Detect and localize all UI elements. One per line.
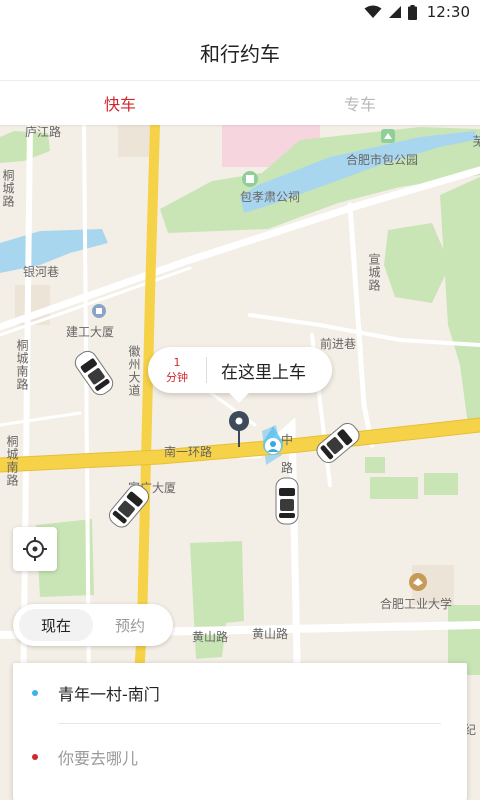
ride-time-toggle: 现在 预约: [13, 604, 173, 646]
eta-value: 1: [173, 356, 181, 369]
toggle-now[interactable]: 现在: [19, 609, 93, 641]
pickup-address: 青年一村-南门: [58, 685, 160, 704]
map-label-nanyi-ring-rd: 南一环路: [164, 445, 213, 459]
tab-premium[interactable]: 专车: [240, 81, 480, 125]
route-divider: [58, 723, 441, 724]
map-label-hefei-univ-tech: 合肥工业大学: [380, 597, 453, 611]
map-label-tongcheng-s-rd: 桐城南路: [15, 339, 29, 391]
map-label-xuancheng-rd: 宣城路: [367, 253, 381, 292]
destination-row[interactable]: 你要去哪儿: [13, 727, 467, 787]
service-tabs: 快车 专车: [0, 81, 480, 125]
status-time: 12:30: [426, 3, 470, 21]
user-location-icon: [263, 426, 283, 455]
map-label-baoxiaosu-shrine: 包孝肃公祠: [240, 190, 301, 204]
map-label-lujiang-rd: 庐江路: [25, 125, 62, 139]
route-card: 青年一村-南门 你要去哪儿: [13, 663, 467, 800]
status-bar: 12:30: [0, 0, 480, 24]
page-title: 和行约车: [200, 41, 280, 66]
crosshair-icon: [23, 537, 47, 561]
tab-express[interactable]: 快车: [0, 81, 240, 125]
map-label-huangshan-rd: 黄山路: [192, 630, 229, 644]
battery-icon: [407, 4, 417, 20]
from-dot-icon: [32, 690, 38, 696]
map-label-tongcheng-s-rd-2: 桐城南路: [5, 435, 19, 487]
map-label-tongcheng-rd: 桐城路: [1, 169, 15, 208]
to-dot-icon: [32, 754, 38, 760]
map-label-huangshan-rd-2: 黄山路: [252, 627, 289, 641]
toggle-reserve[interactable]: 预约: [93, 609, 167, 641]
locate-button[interactable]: [13, 527, 57, 571]
app-header: 和行约车: [0, 24, 480, 81]
map-label-lu-edge: 路: [281, 461, 294, 475]
car-icon: [275, 477, 299, 525]
map-label-yinhe-lane: 银河巷: [23, 265, 60, 279]
pickup-bubble[interactable]: 1 分钟 在这里上车: [148, 347, 332, 403]
pickup-address-row[interactable]: 青年一村-南门: [13, 663, 467, 723]
map-label-jiangong-tower: 建工大厦: [66, 325, 115, 339]
eta-badge: 1 分钟: [148, 355, 206, 385]
pickup-here-label: 在这里上车: [221, 362, 306, 383]
signal-icon: [388, 5, 402, 19]
map-label-wu-edge: 芜: [471, 135, 480, 148]
destination-input[interactable]: 你要去哪儿: [58, 745, 138, 769]
wifi-icon: [364, 5, 382, 19]
pickup-pin-icon: [229, 411, 249, 447]
eta-unit: 分钟: [166, 371, 188, 384]
map-label-qianjin-lane: 前进巷: [320, 337, 357, 351]
map-label-baogong-park: 合肥市包公园: [346, 153, 419, 167]
map-label-huaizhou-ave: 徽州大道: [127, 345, 141, 397]
